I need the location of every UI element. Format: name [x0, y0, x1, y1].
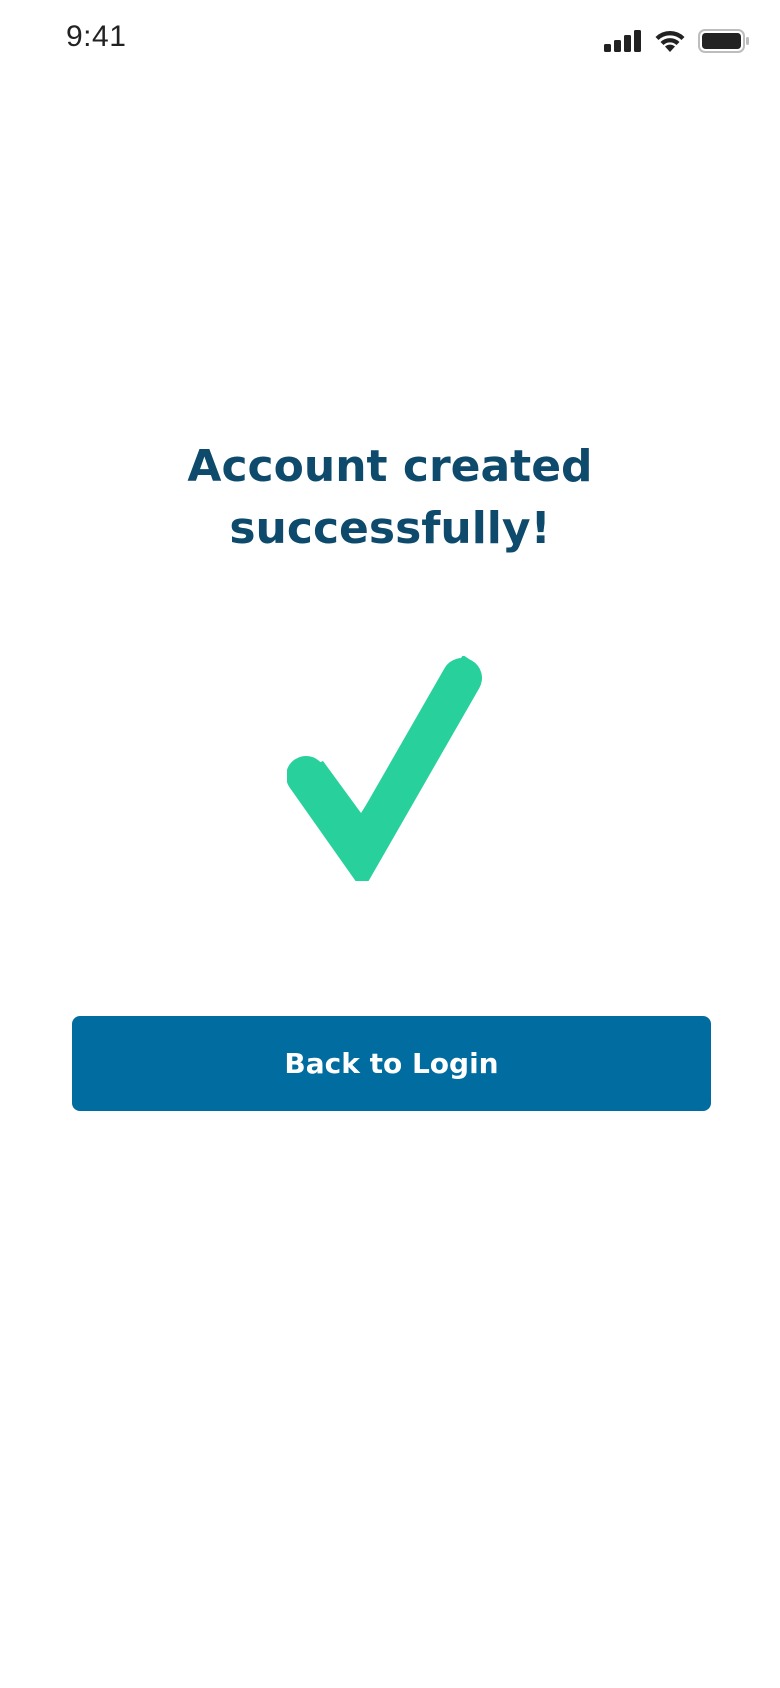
battery-icon [698, 29, 750, 53]
cellular-signal-icon [604, 30, 642, 52]
back-to-login-label: Back to Login [284, 1047, 499, 1080]
status-bar: 9:41 [0, 0, 780, 84]
back-to-login-button[interactable]: Back to Login [72, 1016, 711, 1111]
success-title: Account created successfully! [0, 436, 780, 560]
success-title-line-2: successfully! [229, 503, 551, 554]
wifi-icon [654, 29, 686, 53]
status-icons [604, 26, 750, 56]
signup-success-screen: 9:41 Account created successfully! Back … [0, 0, 780, 1688]
status-time: 9:41 [66, 20, 127, 53]
success-title-line-1: Account created [187, 441, 593, 492]
checkmark-icon [286, 655, 487, 892]
